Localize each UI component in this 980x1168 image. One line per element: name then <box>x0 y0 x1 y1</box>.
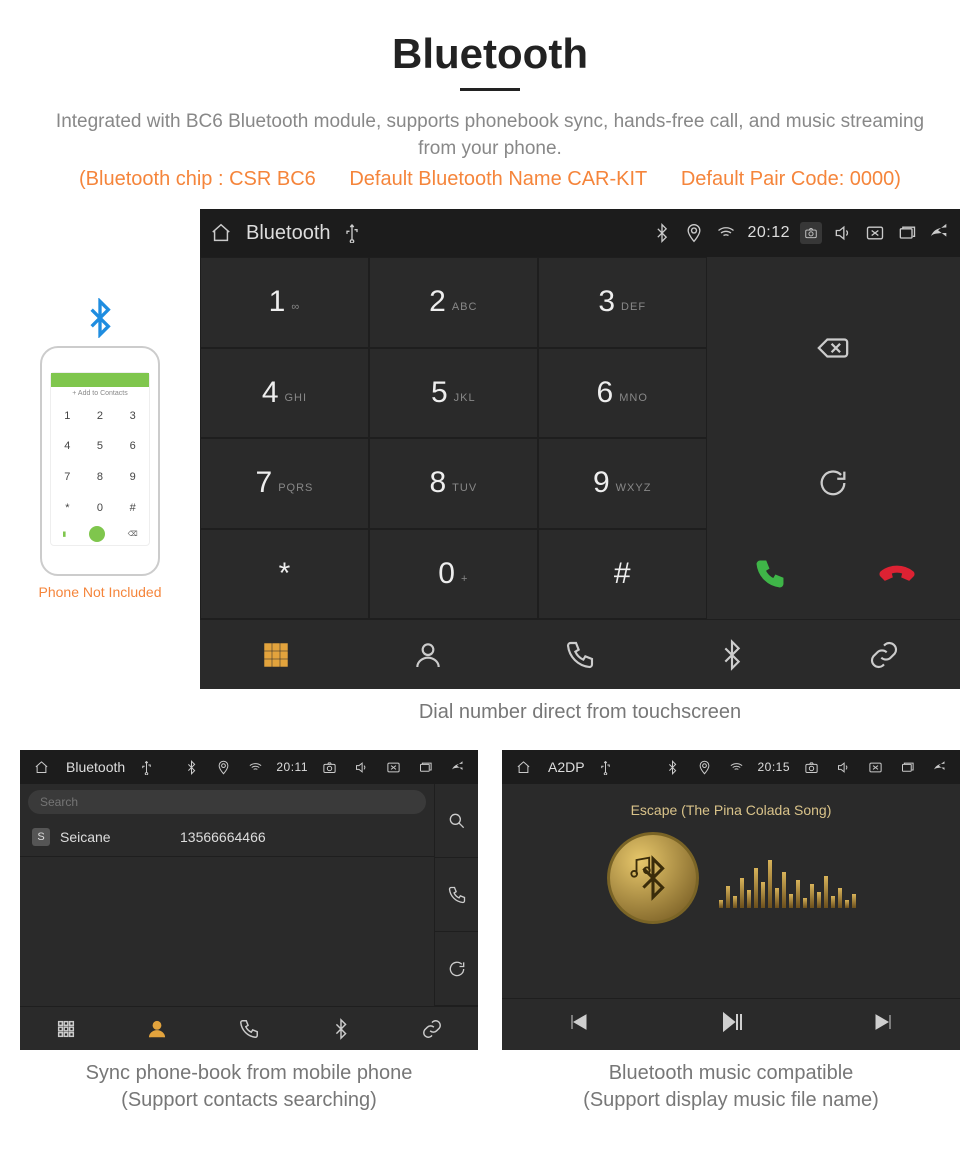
volume-icon[interactable] <box>350 756 372 778</box>
tab-call-log[interactable] <box>504 619 656 689</box>
phone-mockup: + Add to Contacts 123456789*0# ▮⌫ <box>40 346 160 576</box>
status-title: A2DP <box>548 759 585 775</box>
usb-icon <box>135 756 157 778</box>
bluetooth-status-icon <box>180 756 202 778</box>
recent-apps-icon[interactable] <box>414 756 436 778</box>
description: Integrated with BC6 Bluetooth module, su… <box>55 109 925 162</box>
tab-pair[interactable] <box>386 1006 478 1050</box>
dial-key-3[interactable]: 3DEF <box>538 257 707 348</box>
bluetooth-icon <box>80 298 120 338</box>
usb-icon <box>341 222 363 244</box>
dial-key-6[interactable]: 6MNO <box>538 348 707 439</box>
contact-row[interactable]: S Seicane 13566664466 <box>20 820 434 857</box>
tab-keypad[interactable] <box>20 1006 112 1050</box>
back-icon[interactable] <box>446 756 468 778</box>
music-statusbar: A2DP 20:15 <box>502 750 960 784</box>
tab-keypad[interactable] <box>200 619 352 689</box>
volume-icon[interactable] <box>832 222 854 244</box>
music-panel: A2DP 20:15 Escape (The Pina Colada Song) <box>502 750 960 1050</box>
prev-track-button[interactable] <box>566 1010 590 1039</box>
phonebook-panel: Bluetooth 20:11 S Seicane <box>20 750 478 1050</box>
phonebook-statusbar: Bluetooth 20:11 <box>20 750 478 784</box>
tab-bluetooth[interactable] <box>656 619 808 689</box>
dial-key-5[interactable]: 5JKL <box>369 348 538 439</box>
dial-key-7[interactable]: 7PQRS <box>200 438 369 529</box>
play-pause-button[interactable] <box>719 1010 743 1039</box>
phone-caption: Phone Not Included <box>20 584 180 600</box>
status-time: 20:11 <box>276 760 308 774</box>
tab-pair[interactable] <box>808 619 960 689</box>
call-answer-button[interactable] <box>707 529 834 620</box>
dial-key-1[interactable]: 1∞ <box>200 257 369 348</box>
side-refresh-button[interactable] <box>434 932 478 1006</box>
back-icon[interactable] <box>928 222 950 244</box>
home-icon[interactable] <box>512 756 534 778</box>
recent-apps-icon[interactable] <box>896 222 918 244</box>
screenshot-icon[interactable] <box>318 756 340 778</box>
phonebook-caption: Sync phone-book from mobile phone(Suppor… <box>20 1060 478 1114</box>
status-time: 20:15 <box>757 760 790 774</box>
contact-name: Seicane <box>60 829 180 845</box>
recent-apps-icon[interactable] <box>896 756 918 778</box>
wifi-icon <box>715 222 737 244</box>
tab-contacts[interactable] <box>352 619 504 689</box>
contact-initial: S <box>32 828 50 846</box>
phone-add-contacts: + Add to Contacts <box>51 387 149 400</box>
contact-number: 13566664466 <box>180 829 266 845</box>
dial-key-#[interactable]: # <box>538 529 707 620</box>
status-title: Bluetooth <box>246 222 331 245</box>
spec-line: (Bluetooth chip : CSR BC6 Default Blueto… <box>20 168 960 191</box>
music-caption: Bluetooth music compatible(Support displ… <box>502 1060 960 1114</box>
search-input[interactable] <box>28 790 426 814</box>
album-art <box>607 832 699 924</box>
home-icon[interactable] <box>30 756 52 778</box>
dialer-caption: Dial number direct from touchscreen <box>200 699 960 726</box>
dial-key-9[interactable]: 9WXYZ <box>538 438 707 529</box>
location-icon <box>683 222 705 244</box>
dial-key-0[interactable]: 0+ <box>369 529 538 620</box>
side-call-button[interactable] <box>434 858 478 932</box>
close-app-icon[interactable] <box>864 756 886 778</box>
wifi-icon <box>725 756 747 778</box>
dial-key-4[interactable]: 4GHI <box>200 348 369 439</box>
bluetooth-status-icon <box>651 222 673 244</box>
close-app-icon[interactable] <box>382 756 404 778</box>
phone-column: + Add to Contacts 123456789*0# ▮⌫ Phone … <box>20 298 180 600</box>
bluetooth-status-icon <box>661 756 683 778</box>
backspace-button[interactable] <box>707 257 960 438</box>
close-app-icon[interactable] <box>864 222 886 244</box>
tab-bluetooth[interactable] <box>295 1006 387 1050</box>
call-hangup-button[interactable] <box>833 529 960 620</box>
usb-icon <box>595 756 617 778</box>
spec-chip: (Bluetooth chip : CSR BC6 <box>79 168 316 190</box>
status-time: 20:12 <box>747 224 790 242</box>
screenshot-icon[interactable] <box>800 756 822 778</box>
location-icon <box>212 756 234 778</box>
screenshot-icon[interactable] <box>800 222 822 244</box>
page-title: Bluetooth <box>20 30 960 78</box>
tab-call-log[interactable] <box>203 1006 295 1050</box>
home-icon[interactable] <box>210 222 232 244</box>
title-underline <box>460 88 520 91</box>
dial-key-2[interactable]: 2ABC <box>369 257 538 348</box>
wifi-icon <box>244 756 266 778</box>
dialer-panel: Bluetooth 20:12 1∞2ABC3DEF 4GHI5JKL6MNO 7P… <box>200 209 960 689</box>
location-icon <box>693 756 715 778</box>
status-title: Bluetooth <box>66 759 125 775</box>
bottom-tabbar <box>200 619 960 689</box>
track-title: Escape (The Pina Colada Song) <box>631 802 832 818</box>
equalizer <box>719 858 856 908</box>
side-search-button[interactable] <box>434 784 478 858</box>
volume-icon[interactable] <box>832 756 854 778</box>
spec-code: Default Pair Code: 0000) <box>681 168 901 190</box>
spec-name: Default Bluetooth Name CAR-KIT <box>349 168 647 190</box>
dial-key-*[interactable]: * <box>200 529 369 620</box>
next-track-button[interactable] <box>872 1010 896 1039</box>
status-bar: Bluetooth 20:12 <box>200 209 960 257</box>
back-icon[interactable] <box>928 756 950 778</box>
dial-key-8[interactable]: 8TUV <box>369 438 538 529</box>
tab-contacts[interactable] <box>112 1006 204 1050</box>
refresh-button[interactable] <box>707 438 960 529</box>
